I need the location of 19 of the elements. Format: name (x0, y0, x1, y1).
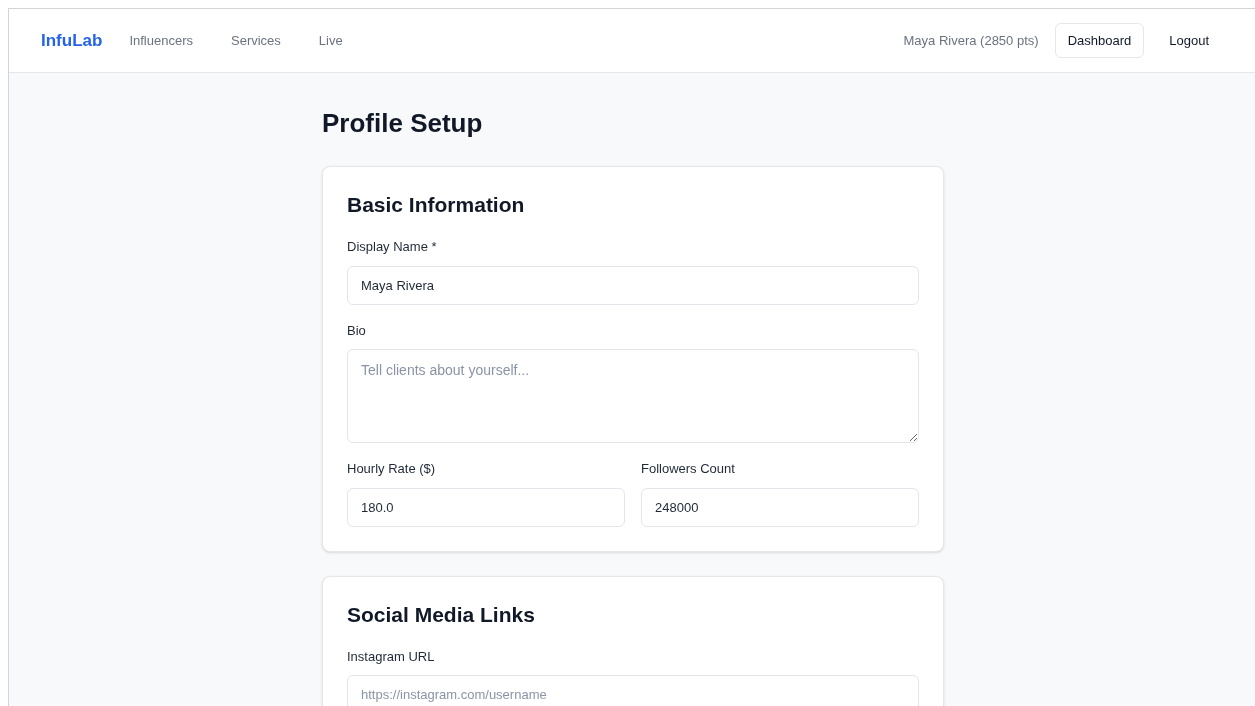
section-title: Social Media Links (347, 601, 536, 628)
input-field[interactable]: 248000 (641, 487, 919, 527)
input-field[interactable]: 180.0 (347, 487, 625, 527)
nav-link[interactable]: Influencers (129, 30, 193, 51)
input-field[interactable]: https://instagram.com/username (347, 675, 919, 706)
page-title: Profile Setup (322, 107, 484, 139)
user-points: Maya Rivera (2850 pts) (903, 31, 1039, 50)
field-label: Display Name * (347, 238, 438, 256)
field-label: Hourly Rate ($) (347, 460, 437, 478)
nav-link[interactable]: Services (231, 30, 281, 51)
field-label: Bio (347, 321, 367, 340)
section-title: Basic Information (347, 192, 526, 218)
field-label: Followers Count (641, 460, 736, 478)
brand-logo[interactable]: InfuLab (41, 27, 103, 54)
dashboard-button[interactable]: Dashboard (1054, 23, 1145, 58)
nav-link[interactable]: Live (318, 30, 343, 51)
bio-field[interactable]: Tell clients about yourself... (347, 349, 919, 443)
input-field[interactable]: Maya Rivera (347, 265, 919, 305)
field-label: Instagram URL (347, 647, 436, 666)
